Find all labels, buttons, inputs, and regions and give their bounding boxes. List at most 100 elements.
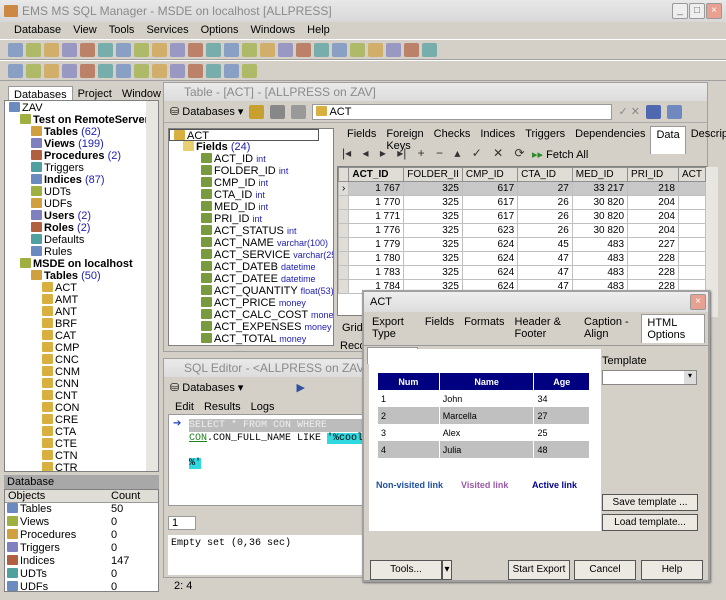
tree-node[interactable]: Users (2) bbox=[5, 210, 158, 222]
toolbar-icon[interactable] bbox=[224, 63, 239, 78]
databases-dropdown[interactable]: ⛁ Databases ▾ bbox=[170, 105, 243, 118]
tree-node[interactable]: MSDE on localhost bbox=[5, 258, 158, 270]
tools-dropdown-button[interactable]: ▾ bbox=[442, 560, 452, 580]
table-row[interactable]: 1 783 325 624 47 483 228 bbox=[338, 265, 706, 280]
tree-node[interactable]: Indices (87) bbox=[5, 174, 158, 186]
tree-node[interactable]: UDTs bbox=[5, 186, 158, 198]
menu-services[interactable]: Services bbox=[140, 22, 194, 39]
field-node[interactable]: ACT_NAME varchar(100) bbox=[169, 237, 333, 249]
tree-node[interactable]: Triggers bbox=[5, 162, 158, 174]
tree-scrollbar[interactable] bbox=[146, 101, 158, 471]
toolbar-icon[interactable] bbox=[134, 42, 149, 57]
field-node[interactable]: FOLDER_ID int bbox=[169, 165, 333, 177]
object-row[interactable]: Views 0 bbox=[5, 516, 158, 529]
toolbar-icon[interactable] bbox=[206, 42, 221, 57]
table-row[interactable]: 1 780 325 624 47 483 228 bbox=[338, 251, 706, 266]
tree-node[interactable]: CMP bbox=[5, 342, 158, 354]
toolbar-icon[interactable] bbox=[188, 42, 203, 57]
dialog-tab[interactable]: Formats bbox=[459, 314, 509, 343]
tree-node[interactable]: CNN bbox=[5, 378, 158, 390]
field-node[interactable]: ACT_TOTAL money bbox=[169, 333, 333, 345]
tree-node[interactable]: CTN bbox=[5, 450, 158, 462]
field-node[interactable]: ACT_EXPENSES money bbox=[169, 321, 333, 333]
toolbar-icon[interactable] bbox=[314, 42, 329, 57]
navigation-toolbar[interactable]: |◂ ◂ ▸ ▸| + − ▴ ✓ ✕ ⟳ bbox=[342, 146, 525, 160]
toolbar-icon[interactable] bbox=[242, 42, 257, 57]
maximize-button[interactable]: □ bbox=[689, 3, 705, 19]
help-button[interactable]: Help bbox=[641, 560, 703, 580]
tree-node[interactable]: Test on RemoteServer bbox=[5, 114, 158, 126]
tree-node[interactable]: CTE bbox=[5, 438, 158, 450]
dialog-tab[interactable]: HTML Options bbox=[641, 314, 705, 343]
tree-node[interactable]: Defaults bbox=[5, 234, 158, 246]
tree-node[interactable]: Rules bbox=[5, 246, 158, 258]
toolbar-icon[interactable] bbox=[98, 63, 113, 78]
toolbar-icon[interactable] bbox=[80, 63, 95, 78]
table-row[interactable]: › 1 767 325 617 27 33 217 218 bbox=[338, 181, 706, 196]
field-node[interactable]: MED_ID int bbox=[169, 201, 333, 213]
toolbar-icon[interactable] bbox=[152, 63, 167, 78]
toolbar-icon[interactable] bbox=[170, 42, 185, 57]
toolbar-icon[interactable] bbox=[44, 63, 59, 78]
toolbar-icon[interactable] bbox=[116, 63, 131, 78]
toolbar-icon[interactable] bbox=[404, 42, 419, 57]
object-selector[interactable]: ACT bbox=[312, 103, 613, 120]
fields-node[interactable]: Fields (24) bbox=[169, 141, 333, 153]
column-header[interactable]: CMP_ID bbox=[461, 167, 519, 182]
table-row[interactable]: 1 776 325 623 26 30 820 204 bbox=[338, 223, 706, 238]
key-icon[interactable] bbox=[249, 104, 265, 119]
column-header[interactable]: MED_ID bbox=[571, 167, 629, 182]
menu-help[interactable]: Help bbox=[301, 22, 336, 39]
field-node[interactable]: CTA_ID int bbox=[169, 189, 333, 201]
tab-data[interactable]: Data bbox=[650, 126, 686, 154]
menu-tools[interactable]: Tools bbox=[103, 22, 141, 39]
toolbar-icon[interactable] bbox=[368, 42, 383, 57]
menu-windows[interactable]: Windows bbox=[245, 22, 302, 39]
dialog-tab[interactable]: Header & Footer bbox=[510, 314, 580, 343]
fields-tree[interactable]: ACT Fields (24) ACT_ID int FOLDER_ID int CMP… bbox=[168, 128, 334, 346]
grid-tab[interactable]: Grid bbox=[342, 322, 363, 334]
toolbar-icon[interactable] bbox=[80, 42, 95, 57]
sql-editor-text[interactable]: ➔ SELECT * FROM CON WHERE CON.CON_FULL_N… bbox=[168, 414, 363, 506]
column-header[interactable]: ACT bbox=[677, 167, 706, 182]
grid-view-icon[interactable] bbox=[645, 104, 661, 119]
object-row[interactable]: UDFs 0 bbox=[5, 581, 158, 591]
dialog-tab[interactable]: Fields bbox=[420, 314, 459, 343]
tree-root[interactable]: ACT bbox=[169, 129, 319, 142]
toolbar-icon[interactable] bbox=[332, 42, 347, 57]
toolbar-icon[interactable] bbox=[26, 42, 41, 57]
field-node[interactable]: ACT_SERVICE varchar(255) bbox=[169, 249, 333, 261]
database-tree[interactable]: ZAV Test on RemoteServer Tables (62) Views … bbox=[4, 100, 159, 472]
object-row[interactable]: Tables 50 bbox=[5, 503, 158, 516]
toolbar-icon[interactable] bbox=[242, 63, 257, 78]
tree-node[interactable]: AMT bbox=[5, 294, 158, 306]
dialog-close-button[interactable]: × bbox=[690, 294, 706, 310]
tab-logs[interactable]: Logs bbox=[246, 399, 280, 415]
dialog-tab[interactable]: Export Type bbox=[367, 314, 420, 343]
fetch-all-button[interactable]: ▸▸ Fetch All bbox=[532, 148, 588, 161]
load-template-button[interactable]: Load template... bbox=[602, 514, 698, 531]
toolbar-icon[interactable] bbox=[152, 42, 167, 57]
tree-node[interactable]: CAT bbox=[5, 330, 158, 342]
tab-edit[interactable]: Edit bbox=[170, 399, 199, 415]
field-node[interactable]: ACT_ID int bbox=[169, 153, 333, 165]
toolbar-icon[interactable] bbox=[206, 63, 221, 78]
toolbar-icon[interactable] bbox=[350, 42, 365, 57]
tree-node[interactable]: CTA bbox=[5, 426, 158, 438]
toolbar-icon[interactable] bbox=[134, 63, 149, 78]
toolbar-icon[interactable] bbox=[44, 42, 59, 57]
close-button[interactable]: × bbox=[706, 3, 722, 19]
tree-node[interactable]: Tables (62) bbox=[5, 126, 158, 138]
result-tab[interactable]: 1 bbox=[168, 516, 196, 530]
stop-icon[interactable] bbox=[270, 104, 286, 119]
toolbar-icon[interactable] bbox=[386, 42, 401, 57]
toolbar-icon[interactable] bbox=[8, 63, 23, 78]
tree-node[interactable]: CON bbox=[5, 402, 158, 414]
toolbar-icon[interactable] bbox=[260, 42, 275, 57]
toolbar-icon[interactable] bbox=[98, 42, 113, 57]
toolbar-icon[interactable] bbox=[26, 63, 41, 78]
toolbar-icon[interactable] bbox=[224, 42, 239, 57]
tree-node[interactable]: ZAV bbox=[5, 102, 158, 114]
field-node[interactable]: CMP_ID int bbox=[169, 177, 333, 189]
object-row[interactable]: Procedures 0 bbox=[5, 529, 158, 542]
